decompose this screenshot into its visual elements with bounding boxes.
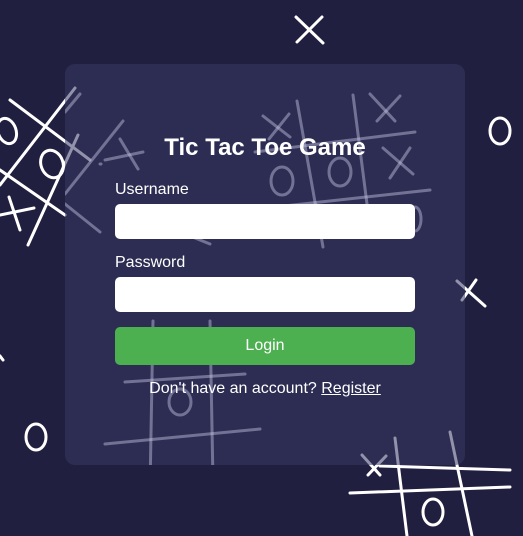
o-mark-icon <box>0 116 19 146</box>
o-mark-icon <box>24 422 48 452</box>
login-button[interactable]: Login <box>115 327 415 365</box>
register-link[interactable]: Register <box>321 380 381 397</box>
page-title: Tic Tac Toe Game <box>164 134 366 161</box>
password-label: Password <box>115 254 186 271</box>
password-input[interactable] <box>115 277 415 312</box>
x-mark-icon <box>0 195 36 232</box>
username-input[interactable] <box>115 204 415 239</box>
username-label: Username <box>115 181 189 198</box>
login-card: Tic Tac Toe Game Username Password Login… <box>65 64 465 465</box>
o-mark-icon <box>488 116 512 146</box>
register-prompt-text: Don't have an account? <box>149 380 317 397</box>
register-prompt-row: Don't have an account? Register <box>65 380 465 398</box>
o-mark-icon <box>421 497 445 527</box>
x-mark-icon <box>294 15 325 45</box>
o-mark-icon <box>39 148 65 180</box>
